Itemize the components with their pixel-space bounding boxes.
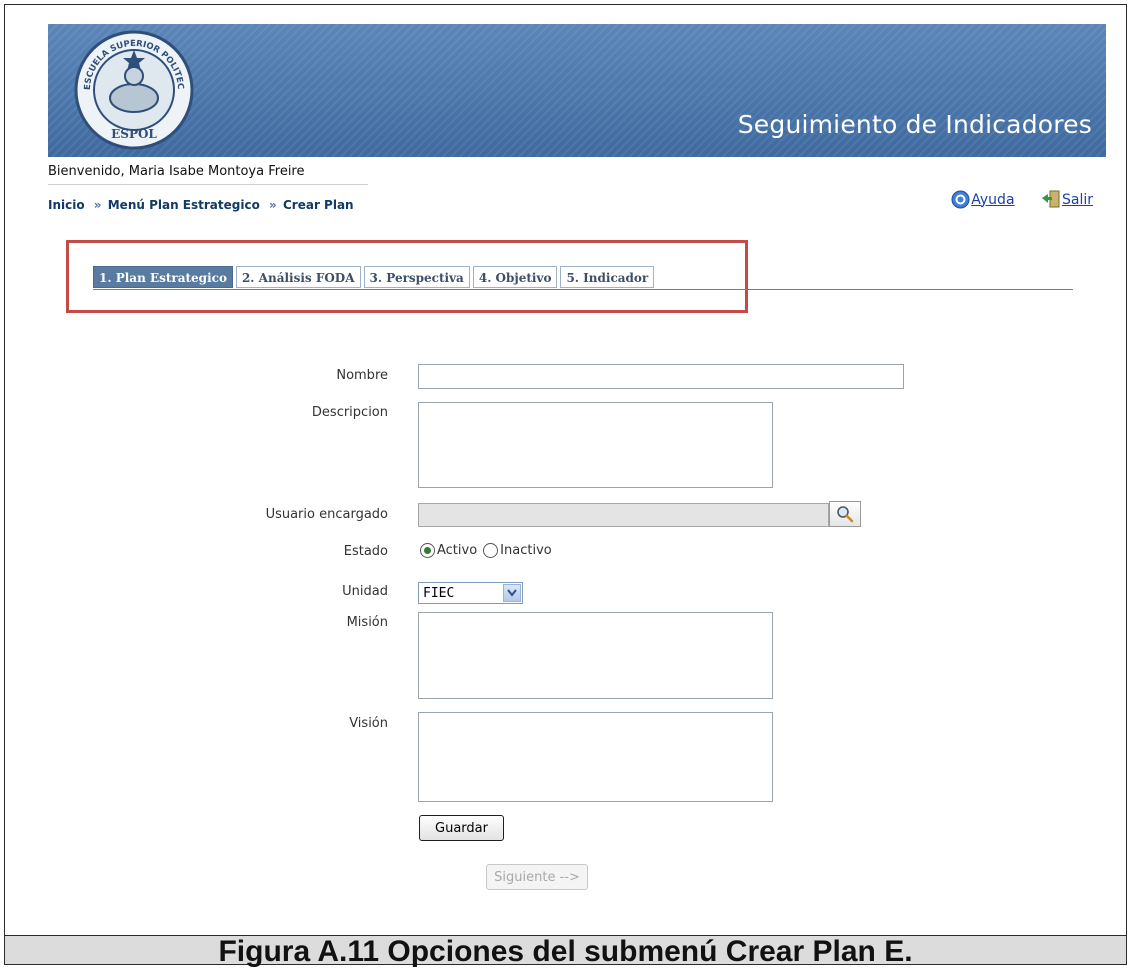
radio-unselected-indicator [483,543,499,558]
figure-caption: Figura A.11 Opciones del submenú Crear P… [218,935,913,968]
descripcion-label: Descripcion [311,405,388,420]
tab-plan-estrategico[interactable]: 1. Plan Estrategico [93,266,233,288]
estado-activo-radio[interactable]: Activo [420,543,477,558]
radio-selected-indicator [420,543,435,558]
tab-perspectiva[interactable]: 3. Perspectiva [363,266,470,288]
vision-textarea[interactable] [418,712,773,802]
estado-inactivo-label: Inactivo [500,543,552,558]
step-tabs: 1. Plan Estrategico 2. Análisis FODA 3. … [93,266,657,288]
vision-label: Visión [349,716,388,731]
mision-label: Misión [346,615,388,630]
next-button[interactable]: Siguiente --> [486,864,588,890]
help-link[interactable]: Ayuda [951,190,1015,209]
dropdown-arrow-icon [503,584,521,602]
tab-indicador[interactable]: 5. Indicador [560,266,655,288]
tab-objetivo[interactable]: 4. Objetivo [472,266,558,288]
search-user-button[interactable] [829,501,861,527]
nombre-label: Nombre [336,368,388,383]
header-links: Ayuda Salir [929,190,1093,213]
welcome-message: Bienvenido, Maria Isabe Montoya Freire [48,164,305,179]
mision-textarea[interactable] [418,612,773,699]
estado-label: Estado [343,544,388,559]
nombre-input[interactable] [418,364,904,389]
unidad-selected-value: FIEC [423,585,455,601]
usuario-encargado-input[interactable] [418,503,829,527]
search-icon [837,506,854,523]
tab-analisis-foda[interactable]: 2. Análisis FODA [235,266,361,288]
unidad-label: Unidad [342,584,388,599]
welcome-divider [48,184,368,185]
help-link-label: Ayuda [971,191,1015,208]
header-banner: ESCUELA SUPERIOR POLITECNICA DEL LITORAL… [48,24,1106,157]
breadcrumb-home[interactable]: Inicio [48,198,85,212]
breadcrumb-strategic-plan-menu[interactable]: Menú Plan Estrategico [108,198,260,212]
breadcrumb-create-plan: Crear Plan [282,198,354,212]
usuario-encargado-label: Usuario encargado [265,507,388,522]
exit-link[interactable]: Salir [1041,190,1093,209]
app-title: Seguimiento de Indicadores [737,110,1092,139]
breadcrumb-separator: » [93,198,102,212]
descripcion-textarea[interactable] [418,402,773,488]
estado-activo-label: Activo [437,543,478,558]
help-icon [951,190,970,209]
seal-espol-text: ESPOL [111,127,157,141]
breadcrumb: Inicio » Menú Plan Estrategico » Crear P… [48,198,354,212]
estado-inactivo-radio[interactable]: Inactivo [483,543,552,558]
estado-radio-group: Activo Inactivo [420,543,558,558]
tabs-underline [93,289,1073,290]
exit-icon [1041,190,1060,208]
breadcrumb-separator: » [269,198,277,212]
unidad-select[interactable]: FIEC [418,582,523,604]
espol-seal-logo: ESCUELA SUPERIOR POLITECNICA DEL LITORAL… [70,26,194,150]
save-button[interactable]: Guardar [419,815,504,841]
exit-link-label: Salir [1061,191,1093,208]
